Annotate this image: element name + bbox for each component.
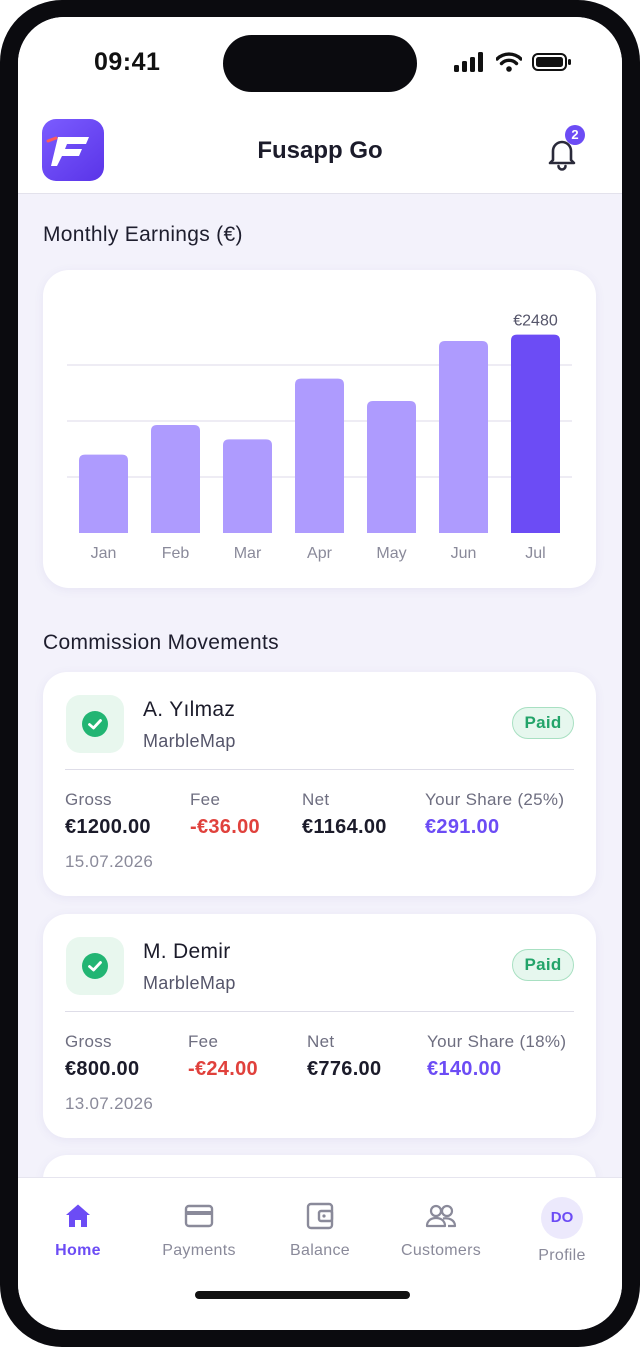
gross-value: €800.00: [65, 1058, 140, 1080]
chart-bar-jun[interactable]: [439, 341, 488, 533]
net-value: €1164.00: [302, 816, 387, 838]
users-icon: [425, 1204, 457, 1228]
company-name: MarbleMap: [143, 973, 236, 993]
share-label: Your Share (25%): [425, 790, 565, 809]
gross-value: €1200.00: [65, 816, 151, 838]
gross-label: Gross: [65, 790, 112, 809]
home-icon: [66, 1204, 90, 1227]
net-label: Net: [307, 1032, 335, 1051]
fee-value: -€24.00: [188, 1058, 258, 1080]
net-column: Net €776.00: [307, 1032, 381, 1081]
screen: 09:41 Fusapp Go 2 Monthly Earnings (€) J…: [18, 17, 622, 1330]
status-icons: [454, 52, 572, 72]
app-title: Fusapp Go: [257, 137, 383, 164]
dynamic-island: [223, 35, 417, 92]
tab-label: Payments: [162, 1242, 236, 1259]
earnings-chart-card: Jan Feb Mar Apr May Jun Jul €2480: [43, 270, 596, 588]
tab-label: Customers: [400, 1242, 482, 1259]
net-value: €776.00: [307, 1058, 382, 1080]
chart-bar-jan[interactable]: [79, 454, 128, 533]
tab-payments[interactable]: Payments: [139, 1200, 259, 1260]
tab-home[interactable]: Home: [18, 1200, 138, 1260]
bottom-tab-bar: Home Payments Balance Customers DO Profi…: [18, 1177, 622, 1330]
gross-column: Gross €1200.00: [65, 790, 151, 839]
transaction-date: 13.07.2026: [65, 1094, 154, 1113]
wallet-icon: [306, 1202, 334, 1230]
status-badge: Paid: [512, 949, 574, 981]
commission-card[interactable]: M. Demir MarbleMap Paid Gross €800.00 Fe…: [43, 914, 596, 1138]
fee-label: Fee: [188, 1032, 219, 1051]
tab-profile[interactable]: DO Profile: [502, 1197, 622, 1265]
share-value: €140.00: [427, 1058, 502, 1080]
status-avatar: [66, 937, 124, 995]
share-value: €291.00: [425, 816, 500, 838]
net-column: Net €1164.00: [302, 790, 387, 839]
chart-x-tick-label: Jan: [91, 545, 117, 562]
check-circle-icon: [82, 711, 108, 737]
transaction-date: 15.07.2026: [65, 852, 154, 871]
customer-name: M. Demir: [143, 940, 231, 963]
share-label: Your Share (18%): [427, 1032, 567, 1051]
chart-data-label: €2480: [513, 313, 558, 330]
fee-column: Fee -€24.00: [188, 1032, 258, 1081]
divider: [65, 769, 574, 770]
chart-x-tick-label: Feb: [162, 545, 190, 562]
status-bar: 09:41: [18, 17, 622, 109]
share-column: Your Share (18%) €140.00: [427, 1032, 566, 1081]
app-header: Fusapp Go 2: [18, 109, 622, 194]
chart-bar-mar[interactable]: [223, 439, 272, 533]
credit-card-icon: [184, 1204, 214, 1228]
chart-bar-apr[interactable]: [295, 378, 344, 533]
gross-label: Gross: [65, 1032, 112, 1051]
phone-frame: 09:41 Fusapp Go 2 Monthly Earnings (€) J…: [0, 0, 640, 1347]
status-time: 09:41: [94, 48, 161, 76]
wifi-icon: [496, 52, 522, 72]
commissions-section-title: Commission Movements: [43, 631, 279, 654]
company-name: MarbleMap: [143, 731, 236, 751]
check-circle-icon: [82, 953, 108, 979]
commission-card[interactable]: A. Yılmaz MarbleMap Paid Gross €1200.00 …: [43, 672, 596, 896]
tab-label: Profile: [538, 1247, 586, 1264]
divider: [65, 1011, 574, 1012]
home-indicator: [195, 1291, 410, 1299]
cellular-signal-icon: [454, 52, 483, 72]
earnings-bar-chart: Jan Feb Mar Apr May Jun Jul €2480: [67, 313, 572, 562]
share-column: Your Share (25%) €291.00: [425, 790, 564, 839]
battery-icon: [532, 53, 571, 71]
earnings-section-title: Monthly Earnings (€): [43, 223, 243, 246]
net-label: Net: [302, 790, 330, 809]
fee-column: Fee -€36.00: [190, 790, 260, 839]
notification-badge: 2: [565, 125, 585, 145]
avatar: DO: [541, 1197, 583, 1239]
fee-label: Fee: [190, 790, 221, 809]
chart-bar-may[interactable]: [367, 401, 416, 533]
tab-label: Balance: [290, 1242, 350, 1259]
chart-x-tick-label: Mar: [234, 545, 262, 562]
chart-x-tick-label: Apr: [307, 545, 333, 562]
fee-value: -€36.00: [190, 816, 260, 838]
customer-name: A. Yılmaz: [143, 698, 236, 721]
gross-column: Gross €800.00: [65, 1032, 139, 1081]
tab-customers[interactable]: Customers: [381, 1200, 501, 1260]
chart-x-tick-label: Jun: [451, 545, 477, 562]
status-avatar: [66, 695, 124, 753]
status-badge: Paid: [512, 707, 574, 739]
chart-x-tick-label: Jul: [525, 545, 545, 562]
chart-bar-jul[interactable]: [511, 334, 560, 533]
tab-label: Home: [55, 1242, 101, 1259]
chart-x-tick-label: May: [376, 545, 406, 562]
tab-balance[interactable]: Balance: [260, 1200, 380, 1260]
chart-bar-feb[interactable]: [151, 425, 200, 533]
